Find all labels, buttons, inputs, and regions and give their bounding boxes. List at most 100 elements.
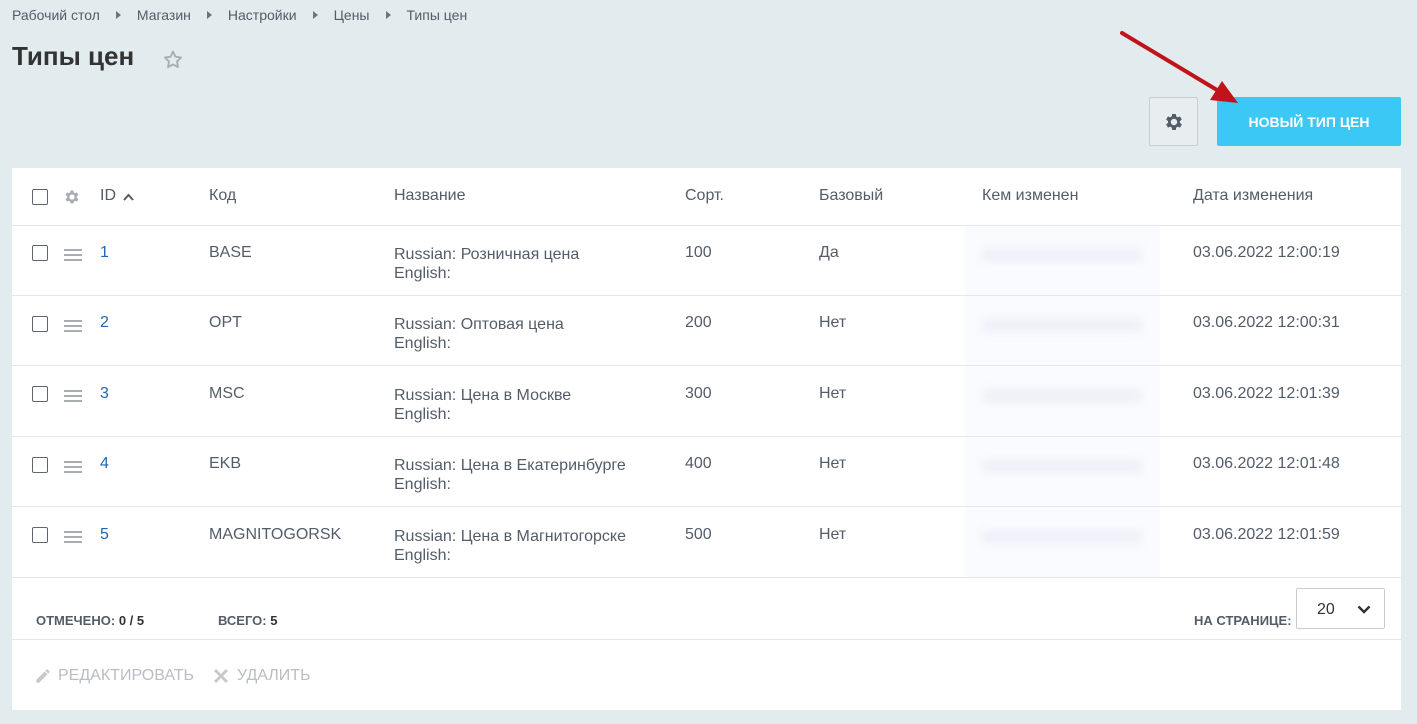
row-name-ru: Russian: Цена в Екатеринбурге: [394, 457, 626, 474]
row-base: Нет: [819, 526, 847, 543]
breadcrumb-separator-icon: [115, 11, 121, 19]
row-name-ru: Russian: Розничная цена: [394, 246, 580, 263]
breadcrumb-separator-icon: [312, 11, 318, 19]
row-base: Нет: [819, 385, 847, 402]
row-name-en: English:: [394, 335, 451, 352]
row-date: 03.06.2022 12:01:39: [1193, 385, 1340, 402]
drag-handle-icon[interactable]: [64, 461, 82, 473]
per-page-value: 20: [1317, 601, 1335, 618]
close-icon: [213, 668, 229, 684]
column-header-sort[interactable]: Сорт.: [685, 187, 724, 205]
row-checkbox[interactable]: [32, 386, 48, 402]
delete-button-label: Удалить: [237, 667, 311, 684]
row-name-en: English:: [394, 406, 451, 423]
table-footer: Отмечено: 0 / 5 Всего: 5 На странице: 20: [12, 578, 1401, 640]
breadcrumb-item-desktop[interactable]: Рабочий стол: [12, 7, 100, 23]
row-name: Russian: Цена в Москве English:: [394, 386, 571, 424]
row-code: EKB: [209, 455, 242, 472]
table-header: ID Код Название Сорт. Базовый Кем измене…: [12, 168, 1401, 226]
row-name-ru: Russian: Цена в Магнитогорске: [394, 528, 626, 545]
table-row[interactable]: 4 EKB Russian: Цена в Екатеринбурге Engl…: [12, 437, 1401, 507]
column-header-code[interactable]: Код: [209, 187, 236, 205]
row-name-en: English:: [394, 265, 451, 282]
selected-count: Отмечено: 0 / 5: [36, 613, 144, 628]
row-modified-by-blurred: [982, 530, 1142, 544]
per-page-label: На странице:: [1194, 613, 1292, 628]
total-count-value: 5: [270, 613, 278, 628]
row-id-link[interactable]: 2: [100, 314, 109, 332]
column-header-modified-date[interactable]: Дата изменения: [1193, 187, 1313, 205]
delete-button[interactable]: Удалить: [213, 667, 311, 685]
row-checkbox[interactable]: [32, 316, 48, 332]
row-code: OPT: [209, 314, 242, 331]
row-sort: 400: [685, 455, 712, 472]
row-name-ru: Russian: Цена в Москве: [394, 387, 572, 404]
row-name-en: English:: [394, 476, 451, 493]
sort-ascending-icon: [123, 193, 134, 201]
group-actions: Редактировать Удалить: [12, 640, 1401, 710]
breadcrumb-item-settings[interactable]: Настройки: [228, 7, 297, 23]
table-row[interactable]: 3 MSC Russian: Цена в Москве English: 30…: [12, 367, 1401, 437]
gear-icon: [1165, 113, 1182, 130]
price-types-table: ID Код Название Сорт. Базовый Кем измене…: [12, 168, 1401, 710]
drag-handle-icon[interactable]: [64, 249, 82, 261]
row-id-link[interactable]: 3: [100, 385, 109, 403]
edit-button-label: Редактировать: [58, 667, 195, 684]
row-code: BASE: [209, 244, 252, 261]
column-header-modified-by[interactable]: Кем изменен: [982, 187, 1078, 205]
selected-count-label: Отмечено:: [36, 613, 116, 628]
row-base: Да: [819, 244, 839, 261]
column-header-base[interactable]: Базовый: [819, 187, 883, 205]
row-sort: 200: [685, 314, 712, 331]
drag-handle-icon[interactable]: [64, 320, 82, 332]
annotation-arrow-icon: [1120, 31, 1238, 103]
table-row[interactable]: 1 BASE Russian: Розничная цена English: …: [12, 226, 1401, 296]
row-modified-by-blurred: [982, 318, 1142, 332]
row-modified-by-blurred: [982, 389, 1142, 403]
row-name: Russian: Цена в Екатеринбурге English:: [394, 456, 626, 494]
total-count: Всего: 5: [218, 613, 277, 628]
row-checkbox[interactable]: [32, 245, 48, 261]
breadcrumb-item-prices[interactable]: Цены: [334, 7, 370, 23]
table-row[interactable]: 2 OPT Russian: Оптовая цена English: 200…: [12, 296, 1401, 366]
row-date: 03.06.2022 12:01:48: [1193, 455, 1340, 472]
row-name: Russian: Розничная цена English:: [394, 245, 579, 283]
row-code: MSC: [209, 385, 245, 402]
row-name: Russian: Оптовая цена English:: [394, 315, 564, 353]
table-row[interactable]: 5 MAGNITOGORSK Russian: Цена в Магнитого…: [12, 508, 1401, 578]
total-count-label: Всего:: [218, 613, 267, 628]
per-page-select[interactable]: 20: [1296, 588, 1385, 629]
row-name-ru: Russian: Оптовая цена: [394, 316, 564, 333]
star-icon[interactable]: [162, 49, 184, 71]
breadcrumb-item-shop[interactable]: Магазин: [137, 7, 191, 23]
column-header-id[interactable]: ID: [100, 187, 116, 205]
row-id-link[interactable]: 4: [100, 455, 109, 473]
row-checkbox[interactable]: [32, 527, 48, 543]
row-sort: 300: [685, 385, 712, 402]
row-id-link[interactable]: 1: [100, 244, 109, 262]
row-modified-by-blurred: [982, 248, 1142, 262]
row-modified-by-blurred: [982, 459, 1142, 473]
row-date: 03.06.2022 12:00:31: [1193, 314, 1340, 331]
edit-button[interactable]: Редактировать: [34, 667, 194, 685]
row-date: 03.06.2022 12:00:19: [1193, 244, 1340, 261]
breadcrumb-separator-icon: [385, 11, 391, 19]
select-all-checkbox[interactable]: [32, 189, 48, 205]
selected-count-value: 0 / 5: [118, 613, 145, 628]
column-header-name[interactable]: Название: [394, 187, 466, 205]
breadcrumb-separator-icon: [206, 11, 212, 19]
drag-handle-icon[interactable]: [64, 531, 82, 543]
row-base: Нет: [819, 455, 847, 472]
pencil-icon: [36, 669, 50, 683]
breadcrumb: Рабочий стол Магазин Настройки Цены Типы…: [12, 7, 467, 23]
breadcrumb-item-price-types[interactable]: Типы цен: [407, 7, 468, 23]
row-date: 03.06.2022 12:01:59: [1193, 526, 1340, 543]
row-id-link[interactable]: 5: [100, 526, 109, 544]
row-base: Нет: [819, 314, 847, 331]
row-checkbox[interactable]: [32, 457, 48, 473]
row-code: MAGNITOGORSK: [209, 526, 342, 543]
row-name: Russian: Цена в Магнитогорске English:: [394, 527, 626, 565]
drag-handle-icon[interactable]: [64, 390, 82, 402]
chevron-down-icon: [1357, 605, 1371, 614]
column-settings-icon[interactable]: [63, 188, 81, 206]
